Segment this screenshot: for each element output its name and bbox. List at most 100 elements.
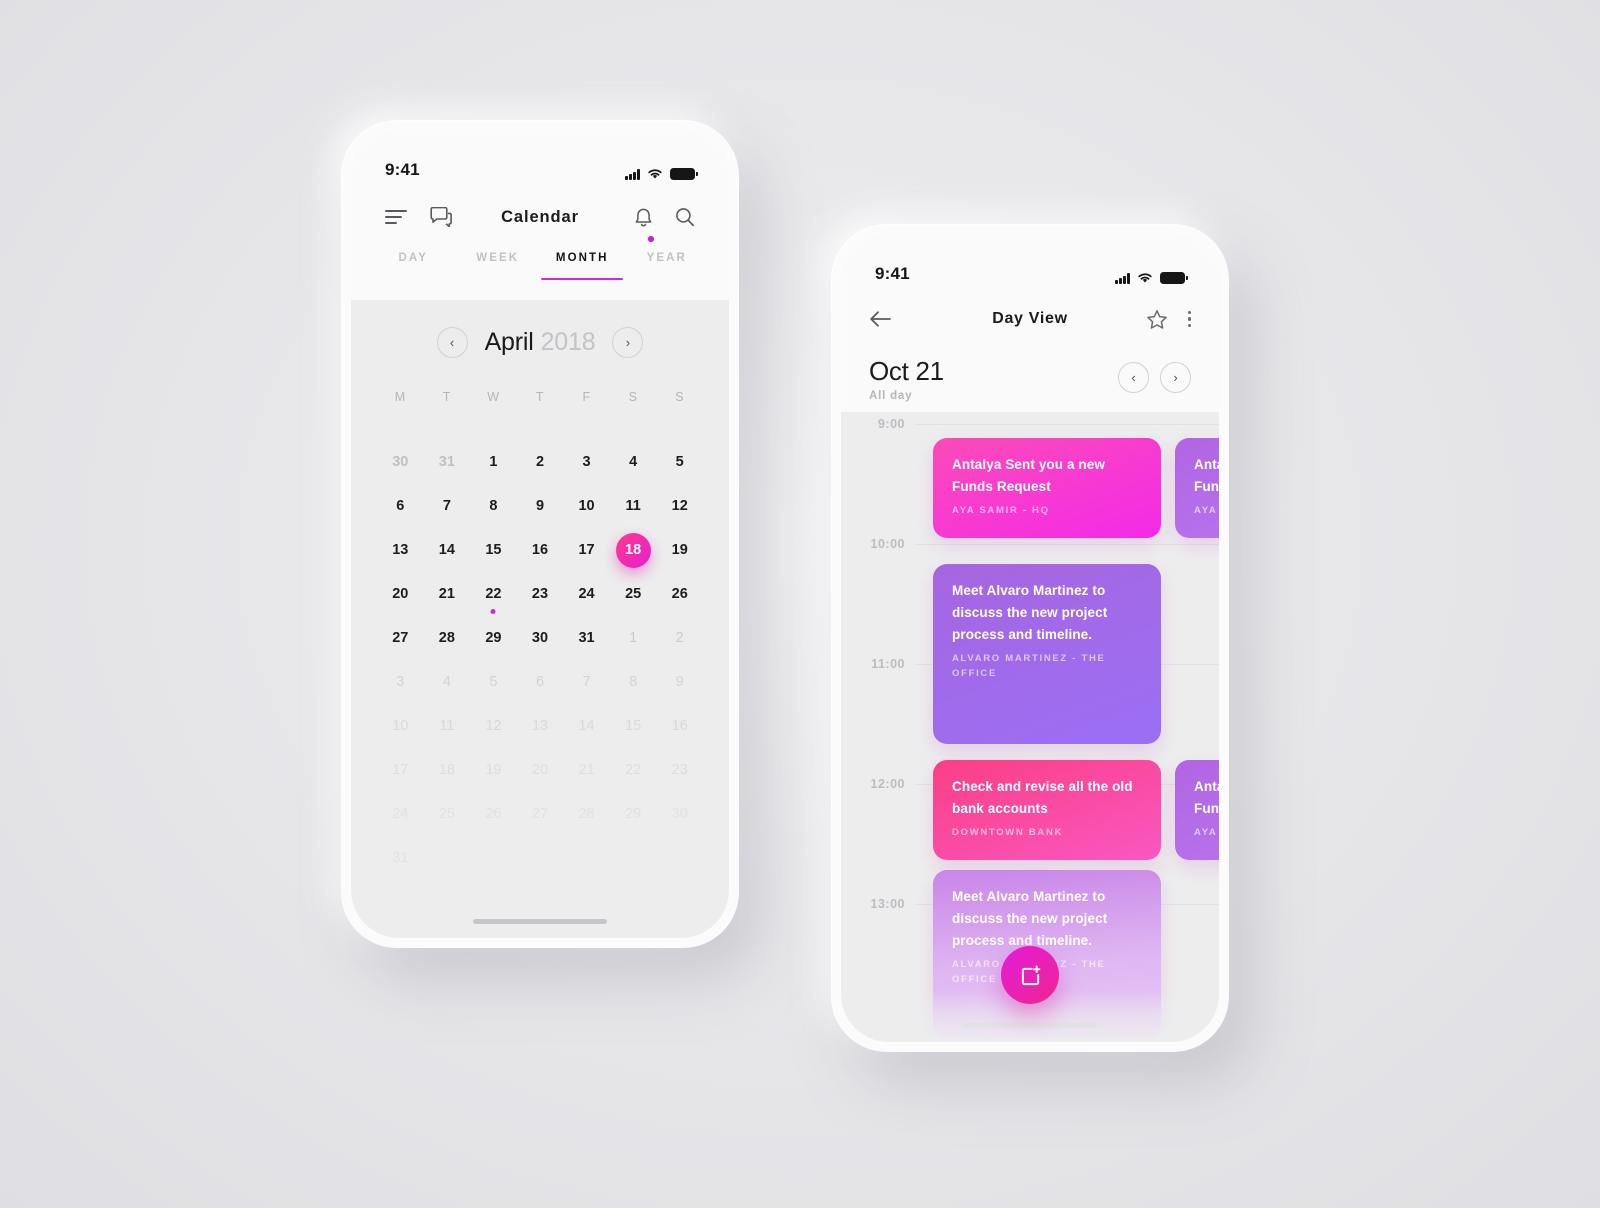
calendar-day-cell[interactable]: 30	[377, 440, 424, 484]
calendar-day-cell[interactable]: 2	[656, 616, 703, 660]
month-top-nav: Calendar	[351, 186, 729, 248]
calendar-day-cell[interactable]: 21	[563, 748, 610, 792]
calendar-day-cell[interactable]: 3	[563, 440, 610, 484]
calendar-day-cell[interactable]: 7	[424, 484, 471, 528]
calendar-day-cell[interactable]: 13	[377, 528, 424, 572]
calendar-day-cell[interactable]: 19	[656, 528, 703, 572]
calendar-day-cell[interactable]: 22	[610, 748, 657, 792]
tab-month[interactable]: MONTH	[540, 248, 625, 264]
calendar-day-cell[interactable]: 25	[424, 792, 471, 836]
event-card-overflow[interactable]: Antalya Sent you a new Funds Request AYA …	[1175, 438, 1219, 538]
calendar-day-number: 22	[625, 762, 642, 778]
calendar-day-cell[interactable]: 6	[517, 660, 564, 704]
tab-year[interactable]: YEAR	[625, 248, 710, 264]
calendar-day-number: 11	[625, 498, 641, 514]
calendar-day-cell[interactable]: 21	[424, 572, 471, 616]
calendar-day-cell[interactable]: 5	[470, 660, 517, 704]
calendar-day-cell[interactable]: 11	[424, 704, 471, 748]
chat-bubble-icon[interactable]	[430, 207, 452, 227]
calendar-day-number: 31	[392, 850, 409, 866]
add-event-fab[interactable]	[1001, 946, 1059, 1004]
calendar-day-cell[interactable]: 4	[610, 440, 657, 484]
month-navigation: ‹ April 2018 ›	[377, 300, 703, 358]
calendar-day-cell[interactable]: 29	[610, 792, 657, 836]
calendar-day-cell[interactable]: 24	[377, 792, 424, 836]
calendar-day-cell[interactable]: 31	[377, 836, 424, 880]
event-card[interactable]: Check and revise all the old bank accoun…	[933, 760, 1161, 860]
calendar-day-cell[interactable]: 27	[377, 616, 424, 660]
calendar-day-cell[interactable]: 22	[470, 572, 517, 616]
star-icon[interactable]	[1146, 309, 1168, 330]
calendar-day-cell[interactable]: 29	[470, 616, 517, 660]
calendar-day-number: 21	[578, 762, 595, 778]
calendar-day-number: 24	[578, 586, 595, 602]
calendar-day-cell[interactable]: 23	[517, 572, 564, 616]
tab-week[interactable]: WEEK	[456, 248, 541, 264]
prev-day-button[interactable]: ‹	[1118, 362, 1149, 393]
hamburger-menu-icon[interactable]	[385, 209, 407, 225]
calendar-day-cell[interactable]: 15	[610, 704, 657, 748]
event-title: Antalya Sent you a new Funds Request	[1194, 457, 1219, 494]
calendar-day-cell[interactable]: 18	[610, 528, 657, 572]
event-card[interactable]: Antalya Sent you a new Funds Request AYA …	[933, 438, 1161, 538]
calendar-day-cell[interactable]: 6	[377, 484, 424, 528]
calendar-day-cell[interactable]: 30	[517, 616, 564, 660]
calendar-day-cell[interactable]: 28	[563, 792, 610, 836]
bell-icon[interactable]	[634, 207, 654, 242]
calendar-day-cell[interactable]: 17	[563, 528, 610, 572]
next-day-button[interactable]: ›	[1160, 362, 1191, 393]
calendar-day-cell[interactable]: 1	[470, 440, 517, 484]
calendar-day-cell[interactable]: 14	[424, 528, 471, 572]
calendar-day-cell[interactable]: 11	[610, 484, 657, 528]
calendar-day-cell[interactable]: 26	[656, 572, 703, 616]
calendar-day-cell[interactable]: 10	[563, 484, 610, 528]
calendar-day-cell[interactable]: 9	[656, 660, 703, 704]
calendar-day-cell[interactable]: 12	[470, 704, 517, 748]
calendar-day-cell[interactable]: 31	[563, 616, 610, 660]
calendar-day-cell[interactable]: 7	[563, 660, 610, 704]
arrow-left-icon[interactable]	[869, 310, 893, 328]
next-month-button[interactable]: ›	[612, 327, 644, 358]
calendar-day-cell[interactable]: 13	[517, 704, 564, 748]
calendar-day-cell[interactable]: 25	[610, 572, 657, 616]
timeline-hour-row: 10:00	[841, 537, 1219, 551]
calendar-day-number: 15	[625, 718, 642, 734]
search-icon[interactable]	[675, 207, 695, 227]
calendar-day-cell[interactable]: 14	[563, 704, 610, 748]
calendar-day-cell[interactable]: 10	[377, 704, 424, 748]
calendar-day-cell[interactable]: 5	[656, 440, 703, 484]
calendar-day-cell[interactable]: 15	[470, 528, 517, 572]
calendar-day-cell[interactable]: 18	[424, 748, 471, 792]
calendar-day-cell[interactable]: 3	[377, 660, 424, 704]
calendar-day-number: 5	[489, 674, 498, 690]
month-view-screen: 9:41 Calendar DAY WEEK MONTH YEAR ‹ Apri…	[351, 130, 729, 938]
calendar-day-cell[interactable]: 30	[656, 792, 703, 836]
calendar-day-cell[interactable]: 8	[610, 660, 657, 704]
calendar-day-cell[interactable]: 17	[377, 748, 424, 792]
calendar-day-cell[interactable]: 24	[563, 572, 610, 616]
event-card[interactable]: Meet Alvaro Martinez to discuss the new …	[933, 564, 1161, 744]
event-card-overflow[interactable]: Antalya Sent you a new Funds Request AYA …	[1175, 760, 1219, 860]
calendar-day-cell[interactable]: 26	[470, 792, 517, 836]
calendar-day-cell[interactable]: 19	[470, 748, 517, 792]
calendar-day-number: 30	[671, 806, 688, 822]
calendar-day-cell[interactable]: 1	[610, 616, 657, 660]
calendar-day-cell[interactable]: 16	[656, 704, 703, 748]
tab-day[interactable]: DAY	[371, 248, 456, 264]
calendar-day-cell[interactable]: 8	[470, 484, 517, 528]
calendar-day-cell[interactable]: 28	[424, 616, 471, 660]
calendar-day-cell[interactable]: 12	[656, 484, 703, 528]
calendar-day-cell[interactable]: 2	[517, 440, 564, 484]
calendar-day-cell[interactable]: 23	[656, 748, 703, 792]
calendar-day-cell[interactable]: 4	[424, 660, 471, 704]
calendar-day-cell[interactable]: 20	[377, 572, 424, 616]
calendar-day-cell[interactable]: 16	[517, 528, 564, 572]
prev-month-button[interactable]: ‹	[436, 327, 468, 358]
weekday-header-row: M T W T F S S	[377, 390, 703, 404]
kebab-menu-icon[interactable]	[1187, 311, 1191, 327]
calendar-day-cell[interactable]: 20	[517, 748, 564, 792]
calendar-day-cell[interactable]: 9	[517, 484, 564, 528]
status-bar: 9:41	[351, 130, 729, 186]
calendar-day-cell[interactable]: 27	[517, 792, 564, 836]
calendar-day-cell[interactable]: 31	[424, 440, 471, 484]
